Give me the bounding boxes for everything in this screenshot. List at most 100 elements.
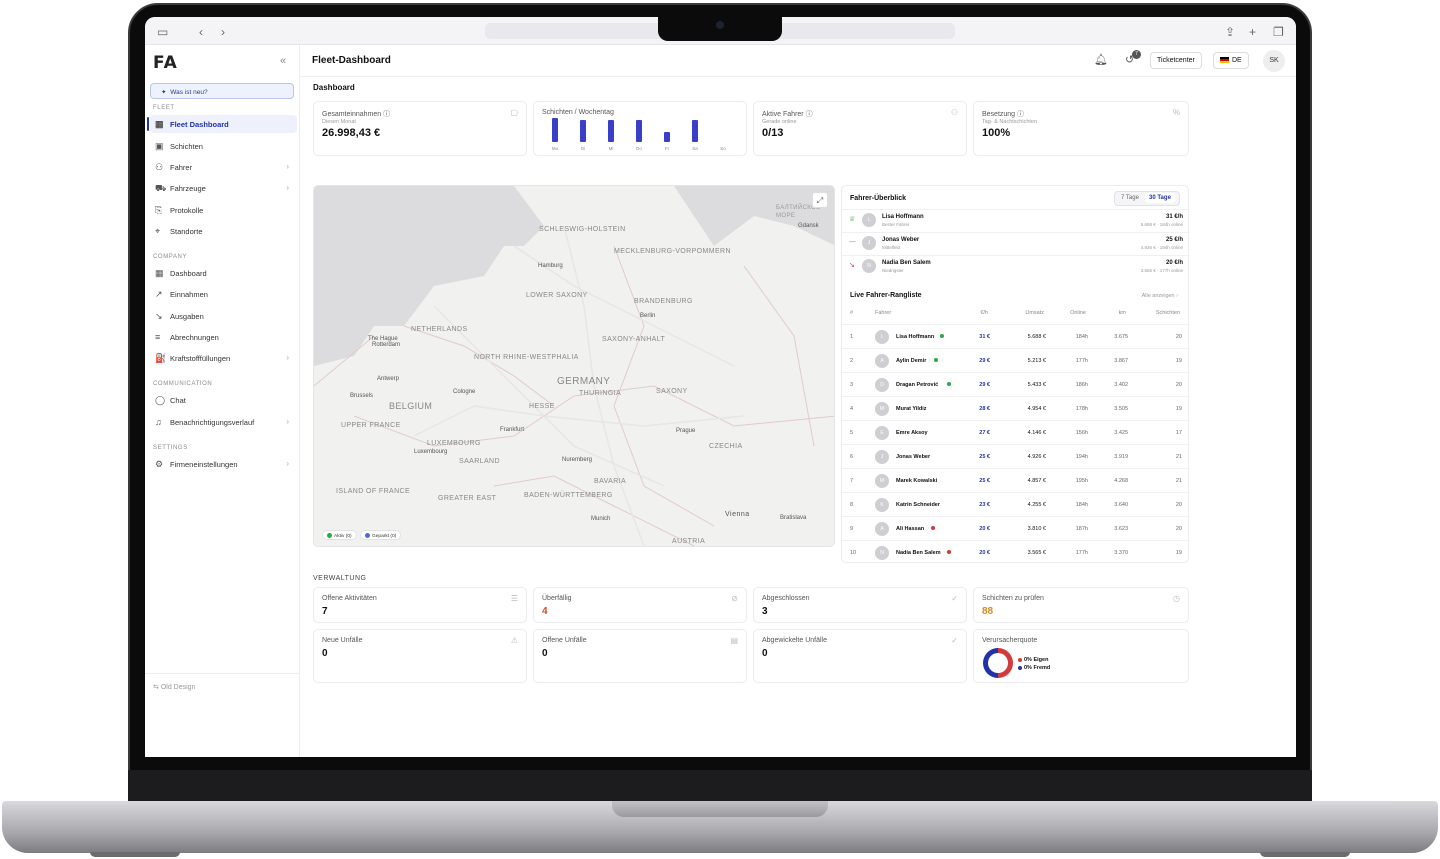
- city-label: Nuremberg: [562, 457, 593, 463]
- cell-rev: 5.433 €: [1027, 382, 1046, 388]
- old-design-link[interactable]: ⇆ Old Design: [153, 683, 195, 691]
- main-content: Fleet-Dashboard 🔔︎ ↺ 7 Ticketcenter DE S…: [300, 45, 1296, 757]
- sidebar-item-label: Standorte: [170, 227, 203, 236]
- card-value: 7: [322, 606, 328, 617]
- overview-sub: 5.688 € · 184h online: [1140, 222, 1183, 227]
- city-label: Brussels: [350, 393, 374, 399]
- column-header: Schichten: [1155, 310, 1180, 316]
- calendar-icon: ▢: [510, 108, 518, 117]
- flag-de-icon: [1220, 57, 1229, 64]
- column-header: Online: [1070, 310, 1086, 316]
- chart-tick-label: Di: [580, 146, 586, 151]
- table-row[interactable]: 3 D Dragan Petrović 29 € 5.433 € 186h 3.402 20: [842, 372, 1190, 396]
- forward-icon[interactable]: ›: [221, 25, 225, 39]
- rank: 5: [850, 430, 854, 436]
- cell-rev: 4.954 €: [1027, 406, 1046, 412]
- overview-name: Lisa Hoffmann: [882, 214, 924, 220]
- card-value: 4: [542, 606, 548, 617]
- breadcrumb: Dashboard: [313, 83, 355, 92]
- sidebar-item-chat[interactable]: ◯ Chat: [150, 391, 297, 409]
- table-row[interactable]: 2 A Aylin Demir 29 € 5.213 € 177h 3.867 19: [842, 348, 1190, 372]
- active-dot: [327, 533, 332, 538]
- card-label: Offene Aktivitäten: [322, 595, 377, 602]
- cell-rev: 4.146 €: [1027, 430, 1046, 436]
- sidebar-item-dashboard[interactable]: ▦ Dashboard: [150, 264, 297, 282]
- share-icon[interactable]: ⇪: [1225, 25, 1235, 39]
- sidebar-item-fahrzeuge[interactable]: ⛟ Fahrzeuge ›: [150, 179, 297, 197]
- user-avatar[interactable]: SK: [1263, 50, 1285, 72]
- bell-icon[interactable]: 🔔︎: [1094, 53, 1108, 66]
- sidebar-item-schichten[interactable]: ▣ Schichten: [150, 137, 297, 155]
- table-row[interactable]: 10 N Nadia Ben Salem 20 € 3.565 € 177h 3.370 19: [842, 540, 1190, 564]
- sidebar-toggle-icon[interactable]: ▭: [157, 25, 168, 39]
- sidebar-item-standorte[interactable]: ⌖ Standorte: [150, 222, 297, 240]
- sidebar-item-einnahmen[interactable]: ↗ Einnahmen: [150, 285, 297, 303]
- tabs-icon[interactable]: ❐: [1273, 25, 1284, 39]
- cell-rev: 4.926 €: [1027, 454, 1046, 460]
- sidebar-item-label: Benachrichtigungsverlauf: [170, 418, 255, 427]
- whats-new-button[interactable]: ✦ Was ist neu?: [150, 83, 294, 99]
- sidebar-item-firmeneinstellungen[interactable]: ⚙ Firmeneinstellungen ›: [150, 455, 297, 473]
- sidebar-item-protokolle[interactable]: ⎘ Protokolle: [150, 201, 297, 219]
- table-row[interactable]: 8 K Katrin Schneider 23 € 4.255 € 184h 3.640 20: [842, 492, 1190, 516]
- table-row[interactable]: 5 E Emre Aksoy 27 € 4.146 € 156h 3.425 17: [842, 420, 1190, 444]
- expand-icon[interactable]: ⤢: [812, 192, 828, 208]
- fleet-map[interactable]: Schleswig-Holstein Mecklenburg-Vorpommer…: [313, 185, 835, 547]
- rank: 4: [850, 406, 854, 412]
- new-tab-icon[interactable]: +: [1249, 25, 1256, 39]
- sidebar-item-ausgaben[interactable]: ↘ Ausgaben: [150, 307, 297, 325]
- cell-km: 3.919: [1114, 454, 1128, 460]
- kpi-value: 100%: [982, 127, 1011, 139]
- show-all-link[interactable]: Alle anzeigen ›: [1142, 293, 1178, 299]
- topbar: Fleet-Dashboard 🔔︎ ↺ 7 Ticketcenter DE S…: [300, 45, 1296, 77]
- sidebar-item-kraftstofffuellungen[interactable]: ⛽ Kraftstofffüllungen ›: [150, 349, 297, 367]
- log-icon: ⎘: [155, 205, 163, 215]
- grid-icon: ▦: [155, 119, 164, 129]
- cell-km: 3.623: [1114, 526, 1128, 532]
- overview-row[interactable]: ♕ L Lisa Hoffmann Bester Fahrer 31 €/h 5.688 …: [842, 209, 1190, 231]
- sidebar-item-fahrer[interactable]: ⚇ Fahrer ›: [150, 158, 297, 176]
- laptop-foot: [90, 852, 180, 857]
- card-abgewickelte-unfälle: Abgewickelte Unfälle 0 ✓: [753, 629, 967, 683]
- overview-desc: Bester Fahrer: [882, 222, 910, 227]
- kpi-gesamteinnahmen: Gesamteinnahmen ⓘ Diesen Monat 26.998,43…: [313, 101, 527, 156]
- ticketcenter-button[interactable]: Ticketcenter: [1150, 52, 1202, 69]
- collapse-sidebar-icon[interactable]: «: [280, 55, 286, 67]
- map-label: Thuringia: [579, 390, 622, 397]
- cell-rate: 28 €: [979, 406, 990, 412]
- language-button[interactable]: DE: [1213, 52, 1249, 69]
- column-header: €/h: [980, 310, 988, 316]
- chart-tick-label: So: [720, 146, 726, 151]
- back-icon[interactable]: ‹: [199, 25, 203, 39]
- driver-name: Emre Aksoy: [896, 430, 928, 436]
- tab-30-tage[interactable]: 30 Tage: [1145, 193, 1175, 203]
- table-row[interactable]: 4 M Murat Yildiz 28 € 4.954 € 178h 3.505 19: [842, 396, 1190, 420]
- camera-icon: [716, 21, 724, 29]
- trend-down-icon: ↘: [155, 311, 163, 321]
- sidebar-item-benachrichtigungsverlauf[interactable]: ♫ Benachrichtigungsverlauf ›: [150, 413, 297, 431]
- overview-desc: Niedrigster: [882, 268, 904, 273]
- table-row[interactable]: 6 J Jonas Weber 25 € 4.926 € 194h 3.919 21: [842, 444, 1190, 468]
- parked-dot: [365, 533, 370, 538]
- fuel-icon: ⛽: [155, 353, 167, 363]
- tab-7-tage[interactable]: 7 Tage: [1121, 195, 1139, 201]
- rank: 3: [850, 382, 854, 388]
- overview-row[interactable]: ↘ N Nadia Ben Salem Niedrigster 20 €/h 3.565 …: [842, 255, 1190, 277]
- cell-rate: 29 €: [979, 382, 990, 388]
- card-label: Abgeschlossen: [762, 595, 810, 602]
- cell-s: 19: [1175, 358, 1182, 364]
- table-row[interactable]: 1 L Lisa Hoffmann 31 € 5.688 € 184h 3.675 20: [842, 324, 1190, 348]
- kpi-sub: Gerade online: [762, 119, 797, 125]
- rank: 2: [850, 358, 854, 364]
- section-communication: COMMUNICATION: [153, 381, 213, 387]
- check-icon: ✓: [951, 636, 958, 645]
- sidebar-item-fleet-dashboard[interactable]: ▦ Fleet Dashboard: [147, 115, 297, 133]
- avatar: M: [875, 474, 889, 488]
- table-row[interactable]: 9 A Ali Hassan 20 € 3.810 € 187h 3.623 20: [842, 516, 1190, 540]
- cell-on: 177h: [1075, 358, 1088, 364]
- overview-row[interactable]: — J Jonas Weber Mittelfeld 25 €/h 4.926 € · 1…: [842, 232, 1190, 254]
- section-company: COMPANY: [153, 254, 188, 260]
- sidebar-item-abrechnungen[interactable]: ≡ Abrechnungen: [150, 328, 297, 346]
- sidebar-item-label: Kraftstofffüllungen: [170, 354, 231, 363]
- table-row[interactable]: 7 M Marek Kowalski 25 € 4.857 € 195h 4.268 21: [842, 468, 1190, 492]
